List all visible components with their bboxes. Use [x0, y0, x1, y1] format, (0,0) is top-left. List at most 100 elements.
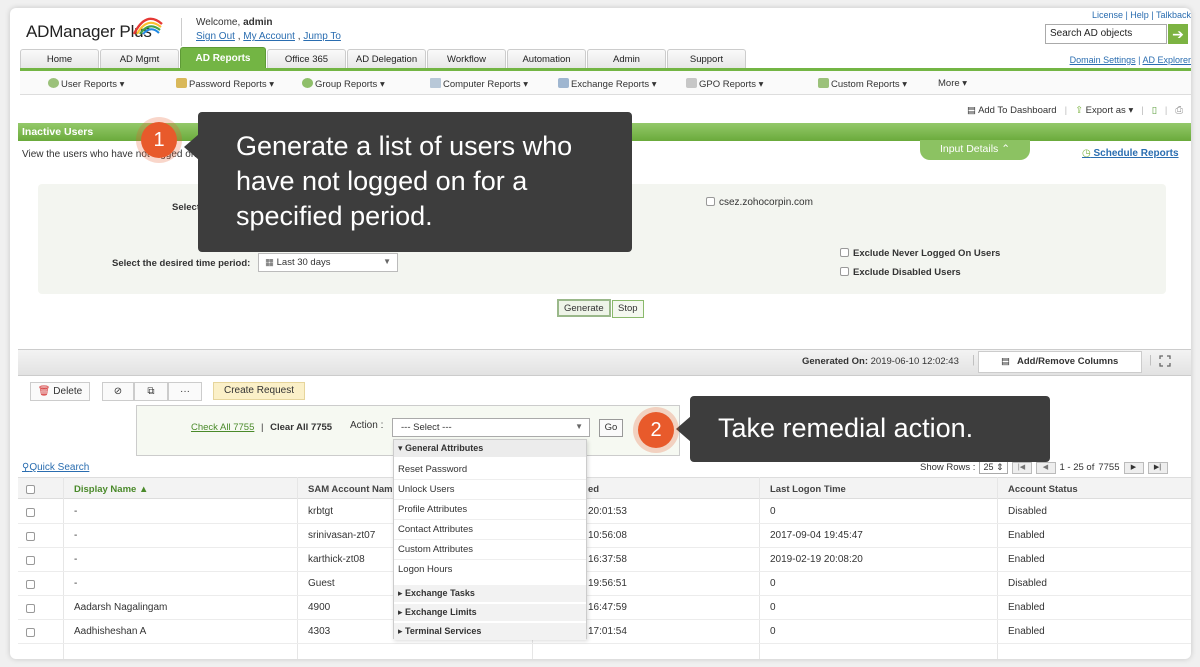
dropdown-item-logon-hours[interactable]: Logon Hours — [398, 564, 584, 575]
delete-label: Delete — [53, 386, 83, 397]
exclude-never-row[interactable]: Exclude Never Logged On Users — [840, 248, 1000, 259]
disable-icon: ⊘ — [113, 386, 123, 397]
move-button[interactable]: ⧉ — [134, 382, 168, 401]
table-row[interactable]: - karthick-zt08 16:37:58 2019-02-19 20:0… — [18, 548, 1191, 572]
tab-ad-mgmt[interactable]: AD Mgmt — [100, 49, 179, 69]
dropdown-item-unlock-users[interactable]: Unlock Users — [398, 484, 584, 495]
submenu-exchange-reports[interactable]: Exchange Reports ▾ — [558, 78, 657, 90]
clear-all-link[interactable]: Clear All 7755 — [270, 422, 332, 433]
ad-explorer-link[interactable]: AD Explorer — [1142, 55, 1191, 65]
exclude-disabled-row[interactable]: Exclude Disabled Users — [840, 267, 961, 278]
tab-ad-reports[interactable]: AD Reports — [180, 47, 266, 69]
dropdown-item-reset-password[interactable]: Reset Password — [398, 464, 584, 475]
tab-automation[interactable]: Automation — [507, 49, 586, 69]
exclude-never-checkbox[interactable] — [840, 248, 849, 257]
submenu-more[interactable]: More ▾ — [938, 78, 967, 89]
row-checkbox[interactable] — [26, 508, 35, 517]
check-all-link[interactable]: Check All 7755 — [191, 422, 254, 433]
add-to-dashboard-button[interactable]: ▤ Add To Dashboard — [967, 105, 1057, 116]
column-sam-account-name[interactable]: SAM Account Name — [308, 484, 398, 495]
dropdown-group-terminal-services[interactable]: ▸ Terminal Services — [394, 623, 586, 640]
show-rows-value: 25 — [983, 462, 994, 472]
submenu-password-reports[interactable]: Password Reports ▾ — [176, 78, 274, 90]
export-button[interactable]: ⇪ Export as ▾ — [1075, 105, 1133, 116]
exclude-disabled-checkbox[interactable] — [840, 267, 849, 276]
tab-support[interactable]: Support — [667, 49, 746, 69]
input-details-toggle[interactable]: Input Details ⌃ — [920, 140, 1030, 160]
table-row[interactable]: Aadhisheshan A 4303 17:01:54 0 Enabled — [18, 620, 1191, 644]
input-details-label: Input Details — [939, 143, 999, 155]
domain-checkbox-row[interactable]: csez.zohocorpin.com — [706, 197, 813, 208]
cell-sam-account: srinivasan-zt07 — [308, 530, 376, 541]
row-checkbox[interactable] — [26, 556, 35, 565]
pagination: Show Rows : 25 ⇕ |◀ ◀ 1 - 25 of 7755 ▶ ▶… — [920, 461, 1168, 474]
cell-status: Enabled — [1008, 602, 1045, 613]
selection-divider: | — [261, 422, 264, 433]
column-account-status[interactable]: Account Status — [1008, 484, 1078, 495]
submenu-computer-reports[interactable]: Computer Reports ▾ — [430, 78, 528, 90]
my-account-link[interactable]: My Account — [243, 31, 295, 42]
dropdown-divider — [394, 559, 586, 560]
dropdown-item-profile-attributes[interactable]: Profile Attributes — [398, 504, 584, 515]
tab-home[interactable]: Home — [20, 49, 99, 69]
next-page-button[interactable]: ▶ — [1123, 461, 1144, 474]
table-row[interactable]: Aadarsh Nagalingam 4900 16:47:59 0 Enabl… — [18, 596, 1191, 620]
jump-to-link[interactable]: Jump To — [303, 31, 341, 42]
tab-ad-delegation[interactable]: AD Delegation — [347, 49, 426, 69]
cell-modified: 17:01:54 — [588, 626, 627, 637]
first-page-button[interactable]: |◀ — [1011, 461, 1032, 474]
dropdown-item-contact-attributes[interactable]: Contact Attributes — [398, 524, 584, 535]
domain-settings-link[interactable]: Domain Settings — [1070, 55, 1136, 65]
logo-swoosh-icon — [132, 17, 163, 35]
cell-status: Enabled — [1008, 530, 1045, 541]
schedule-reports-link[interactable]: ◷ Schedule Reports — [1082, 148, 1179, 159]
top-links[interactable]: License | Help | Talkback — [1092, 10, 1191, 20]
submenu-label: Computer Reports ▾ — [443, 79, 529, 90]
cell-last-logon: 2017-09-04 19:45:47 — [770, 530, 863, 541]
print-icon[interactable]: ⎙ — [1175, 105, 1183, 116]
stop-button[interactable]: Stop — [612, 300, 644, 318]
tab-office-365[interactable]: Office 365 — [267, 49, 346, 69]
submenu-custom-reports[interactable]: Custom Reports ▾ — [818, 78, 907, 90]
more-actions-button[interactable]: ··· — [168, 382, 202, 401]
table-row[interactable]: - krbtgt 20:01:53 0 Disabled — [18, 500, 1191, 524]
row-checkbox[interactable] — [26, 604, 35, 613]
period-select[interactable]: ▦ Last 30 days ▼ — [258, 253, 398, 272]
period-label: Select the desired time period: — [112, 258, 251, 269]
search-input[interactable]: Search AD objects — [1045, 24, 1167, 44]
last-page-button[interactable]: ▶| — [1147, 461, 1168, 474]
prev-page-button[interactable]: ◀ — [1035, 461, 1056, 474]
column-display-name[interactable]: Display Name ▲ — [74, 484, 148, 495]
column-last-modified[interactable]: ed — [588, 484, 599, 495]
row-checkbox[interactable] — [26, 628, 35, 637]
select-all-checkbox[interactable] — [26, 485, 35, 494]
delete-button[interactable]: 🗑 Delete — [30, 382, 90, 401]
pdf-icon[interactable]: ▯ — [1152, 105, 1157, 116]
sign-out-link[interactable]: Sign Out — [196, 31, 235, 42]
quick-search-link[interactable]: ⚲Quick Search — [22, 462, 89, 473]
expand-icon[interactable] — [1159, 355, 1171, 367]
generate-button[interactable]: Generate — [557, 299, 611, 317]
domain-checkbox[interactable] — [706, 197, 715, 206]
disable-button[interactable]: ⊘ — [102, 382, 134, 401]
tab-workflow[interactable]: Workflow — [427, 49, 506, 69]
tab-admin[interactable]: Admin — [587, 49, 666, 69]
dropdown-group-exchange-tasks[interactable]: ▸ Exchange Tasks — [394, 585, 586, 602]
go-button[interactable]: Go — [599, 419, 623, 437]
table-row[interactable]: - srinivasan-zt07 10:56:08 2017-09-04 19… — [18, 524, 1191, 548]
dropdown-item-custom-attributes[interactable]: Custom Attributes — [398, 544, 584, 555]
submenu-user-reports[interactable]: User Reports ▾ — [48, 78, 124, 90]
add-remove-columns-button[interactable]: ▤ Add/Remove Columns — [978, 351, 1142, 373]
column-last-logon-time[interactable]: Last Logon Time — [770, 484, 846, 495]
show-rows-select[interactable]: 25 ⇕ — [979, 461, 1008, 474]
action-select[interactable]: --- Select --- ▼ — [392, 418, 590, 437]
submenu-gpo-reports[interactable]: GPO Reports ▾ — [686, 78, 763, 90]
table-row[interactable]: - Guest 19:56:51 0 Disabled — [18, 572, 1191, 596]
search-go-button[interactable]: ➔ — [1168, 24, 1188, 44]
submenu-group-reports[interactable]: Group Reports ▾ — [302, 78, 385, 90]
create-request-button[interactable]: Create Request — [213, 382, 305, 400]
row-checkbox[interactable] — [26, 580, 35, 589]
dropdown-group-exchange-limits[interactable]: ▸ Exchange Limits — [394, 604, 586, 621]
dropdown-group-label: Terminal Services — [405, 626, 482, 636]
row-checkbox[interactable] — [26, 532, 35, 541]
